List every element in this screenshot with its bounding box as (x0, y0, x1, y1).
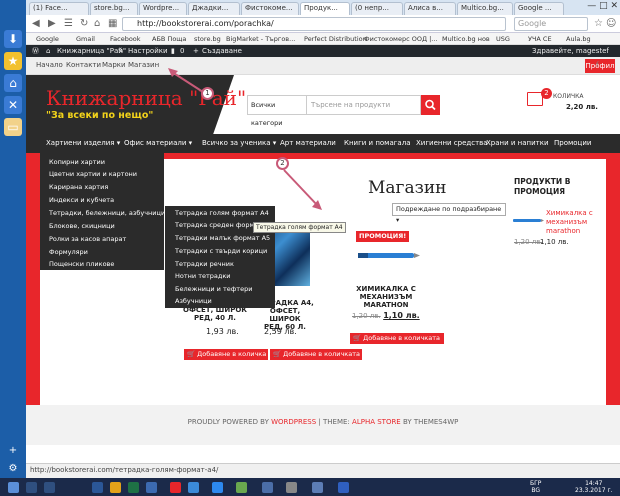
status-bar: http://bookstorerai.com/тетрадка-голям-ф… (26, 463, 620, 478)
search-icon[interactable] (26, 482, 37, 493)
footer-wordpress-link[interactable]: WORDPRESS (271, 418, 316, 426)
status-url: http://bookstorerai.com/тетрадка-голям-ф… (30, 466, 219, 474)
task-view-icon[interactable] (44, 482, 55, 493)
app-icon[interactable] (212, 482, 223, 493)
start-icon[interactable] (8, 482, 19, 493)
file-explorer-icon[interactable] (110, 482, 121, 493)
annotation-marker-2: 2 (276, 157, 289, 170)
app-icon[interactable] (262, 482, 273, 493)
app-icon[interactable] (286, 482, 297, 493)
windows-taskbar: БГР BG 14:47 23.3.2017 г. (0, 478, 620, 496)
app-icon[interactable] (338, 482, 349, 493)
annotation-marker-1: 1 (201, 87, 214, 100)
footer-credits: PROUDLY POWERED BY WORDPRESS | THEME: AL… (187, 418, 459, 426)
language-indicator[interactable]: БГР BG (530, 480, 541, 494)
word-icon[interactable] (92, 482, 103, 493)
app-icon[interactable] (170, 482, 181, 493)
clock[interactable]: 14:47 23.3.2017 г. (575, 480, 613, 494)
excel-icon[interactable] (128, 482, 139, 493)
app-icon[interactable] (312, 482, 323, 493)
app-icon[interactable] (236, 482, 247, 493)
app-icon[interactable] (146, 482, 157, 493)
app-icon[interactable] (188, 482, 199, 493)
footer-theme-link[interactable]: ALPHA STORE (352, 418, 401, 426)
